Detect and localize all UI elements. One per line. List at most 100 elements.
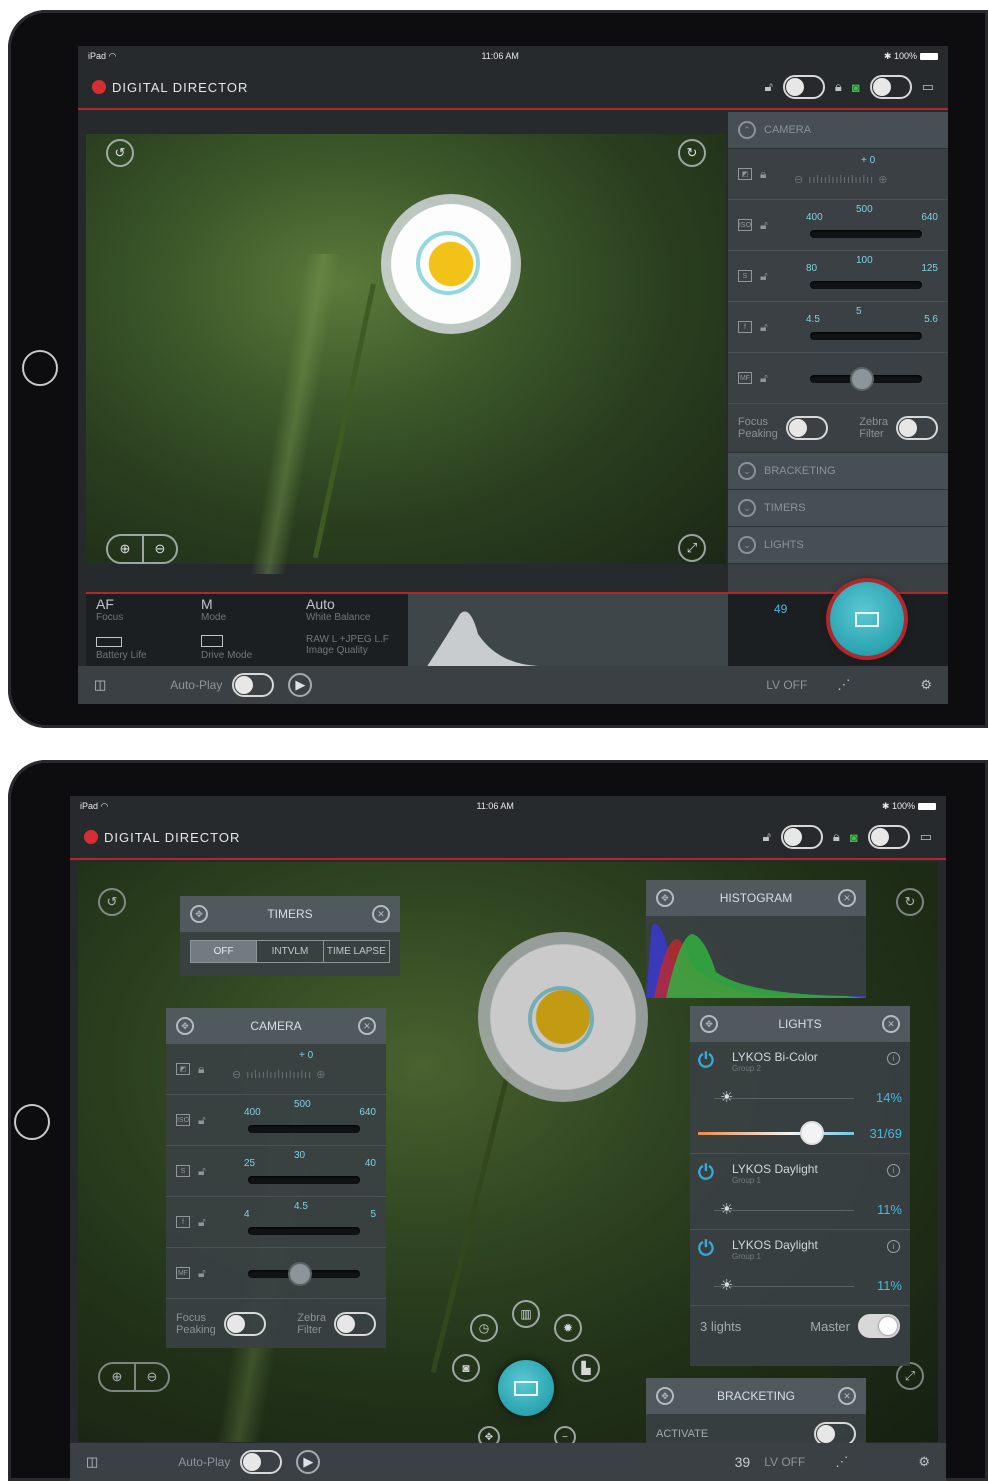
move-icon[interactable]: ✥	[656, 1387, 674, 1405]
shutter-dial[interactable]	[810, 281, 922, 289]
unlock-icon[interactable]: 🔓︎	[760, 371, 768, 386]
move-icon[interactable]: ✥	[190, 905, 208, 923]
autoplay-toggle[interactable]	[232, 673, 275, 697]
focus-slider[interactable]	[248, 1262, 360, 1286]
share-icon[interactable]: ⋰	[835, 1454, 848, 1470]
play-icon[interactable]: ▶	[296, 1450, 321, 1474]
photo-video-toggle[interactable]	[867, 825, 910, 849]
info-icon[interactable]: i	[887, 1164, 900, 1177]
section-camera[interactable]: ⌃ CAMERA	[728, 112, 948, 149]
power-icon[interactable]: ⏻	[698, 1050, 714, 1073]
timer-option-off[interactable]: OFF	[191, 941, 257, 962]
lv-status[interactable]: LV OFF	[766, 678, 807, 692]
home-button[interactable]	[14, 1104, 50, 1140]
rotate-left-icon[interactable]: ↺	[98, 888, 126, 916]
rotate-left-icon[interactable]: ↺	[106, 139, 134, 167]
move-icon[interactable]: ✥	[700, 1015, 718, 1033]
zoom-in-icon[interactable]: ⊕	[108, 536, 142, 562]
autoplay-label: Auto-Play	[178, 1455, 231, 1469]
close-icon[interactable]: ✕	[837, 1387, 856, 1405]
bracketing-icon[interactable]: ▙	[572, 1354, 600, 1382]
section-bracketing[interactable]: ⌄ BRACKETING	[728, 453, 948, 490]
zoom-in-icon[interactable]: ⊕	[100, 1364, 134, 1390]
home-button[interactable]	[22, 350, 58, 386]
zoom-out-icon[interactable]: ⊖	[134, 1364, 168, 1390]
lock-toggle[interactable]	[780, 825, 823, 849]
focus-knob[interactable]	[850, 367, 874, 391]
gallery-icon[interactable]: ◫	[94, 677, 106, 693]
close-icon[interactable]: ✕	[358, 1017, 376, 1035]
info-icon[interactable]: i	[887, 1052, 900, 1065]
color-temp-slider[interactable]	[698, 1121, 854, 1145]
live-view-image[interactable]: ↺ ↻ ⊕ ⊖ ⤢	[86, 134, 726, 574]
unlock-icon[interactable]: 🔓︎	[760, 320, 768, 335]
aperture-dial[interactable]	[248, 1227, 360, 1235]
brightness-slider[interactable]	[714, 1098, 854, 1099]
settings-gear-icon[interactable]: ⚙	[918, 1454, 930, 1470]
focus-peaking-toggle[interactable]	[223, 1311, 266, 1336]
master-toggle[interactable]	[858, 1314, 900, 1338]
aperture-dial[interactable]	[810, 332, 922, 340]
close-icon[interactable]: ✕	[837, 889, 856, 907]
color-temp-knob[interactable]	[800, 1121, 824, 1145]
timer-icon[interactable]: ◷	[470, 1314, 498, 1342]
zoom-out-icon[interactable]: ⊖	[142, 536, 176, 562]
unlock-icon[interactable]: 🔓︎	[198, 1215, 206, 1230]
unlock-icon[interactable]: 🔓︎	[198, 1113, 206, 1128]
info-icon[interactable]: i	[887, 1240, 900, 1253]
focus-knob[interactable]	[288, 1262, 312, 1286]
rotate-right-icon[interactable]: ↻	[896, 888, 924, 916]
focus-row: MF 🔓︎	[166, 1248, 386, 1299]
unlock-icon[interactable]: 🔓︎	[760, 269, 768, 284]
lock-icon[interactable]: 🔒︎	[198, 1062, 204, 1077]
photo-video-toggle[interactable]	[869, 75, 912, 99]
section-timers[interactable]: ⌄ TIMERS	[728, 490, 948, 527]
lv-status[interactable]: LV OFF	[764, 1455, 805, 1469]
move-icon[interactable]: ✥	[656, 889, 674, 907]
lock-icon[interactable]: 🔒︎	[760, 167, 766, 182]
fullscreen-icon[interactable]: ⤢	[678, 534, 706, 562]
focus-point[interactable]	[416, 231, 480, 295]
light-name: LYKOS Bi-Color	[732, 1050, 818, 1064]
shutter-button[interactable]	[830, 582, 904, 656]
timer-option-timelapse[interactable]: TIME LAPSE	[322, 941, 389, 962]
zebra-filter-toggle[interactable]	[896, 416, 938, 440]
exposure-scale[interactable]: ⊖ ıılıılıılıılıılıı ⊕	[794, 173, 938, 187]
close-icon[interactable]: ✕	[372, 905, 390, 923]
autoplay-toggle[interactable]	[240, 1450, 283, 1474]
timer-option-intvlm[interactable]: INTVLM	[256, 941, 322, 962]
focus-peaking-toggle[interactable]	[785, 416, 828, 440]
light-bulb-icon[interactable]: ✹	[554, 1314, 582, 1342]
app-header: DIGITAL DIRECTOR 🔓︎ 🔒︎ ◙ ▭	[70, 816, 946, 860]
power-icon[interactable]: ⏻	[698, 1162, 714, 1185]
lock-toggle[interactable]	[782, 75, 825, 99]
iso-dial[interactable]	[810, 230, 922, 238]
focus-point[interactable]	[528, 986, 594, 1052]
close-icon[interactable]: ✕	[882, 1015, 900, 1033]
manfrotto-logo-icon	[84, 830, 98, 844]
shutter-button[interactable]	[498, 1360, 554, 1416]
histogram-mini	[408, 594, 728, 668]
move-icon[interactable]: ✥	[176, 1017, 194, 1035]
unlock-icon[interactable]: 🔓︎	[198, 1266, 206, 1281]
gallery-icon[interactable]: ◫	[86, 1454, 98, 1470]
rotate-right-icon[interactable]: ↻	[678, 139, 706, 167]
camera-icon[interactable]: ◙	[452, 1354, 480, 1382]
unlock-icon[interactable]: 🔓︎	[760, 218, 768, 233]
fullscreen-icon[interactable]: ⤢	[896, 1362, 924, 1390]
play-icon[interactable]: ▶	[288, 673, 313, 697]
share-icon[interactable]: ⋰	[837, 677, 850, 693]
unlock-icon[interactable]: 🔓︎	[198, 1164, 206, 1179]
power-icon[interactable]: ⏻	[698, 1238, 714, 1261]
iso-dial[interactable]	[248, 1125, 360, 1133]
section-lights[interactable]: ⌄ LIGHTS	[728, 527, 948, 564]
histogram-icon[interactable]: ▥	[512, 1300, 540, 1328]
shutter-dial[interactable]	[248, 1176, 360, 1184]
brightness-slider[interactable]	[714, 1210, 854, 1211]
brightness-slider[interactable]	[714, 1286, 854, 1287]
exposure-scale[interactable]: ⊖ ıılıılıılıılıılıı ⊕	[232, 1068, 376, 1082]
settings-gear-icon[interactable]: ⚙	[920, 677, 932, 693]
focus-slider[interactable]	[810, 367, 922, 391]
zebra-filter-toggle[interactable]	[334, 1311, 376, 1336]
shutter-low: 80	[806, 263, 818, 274]
